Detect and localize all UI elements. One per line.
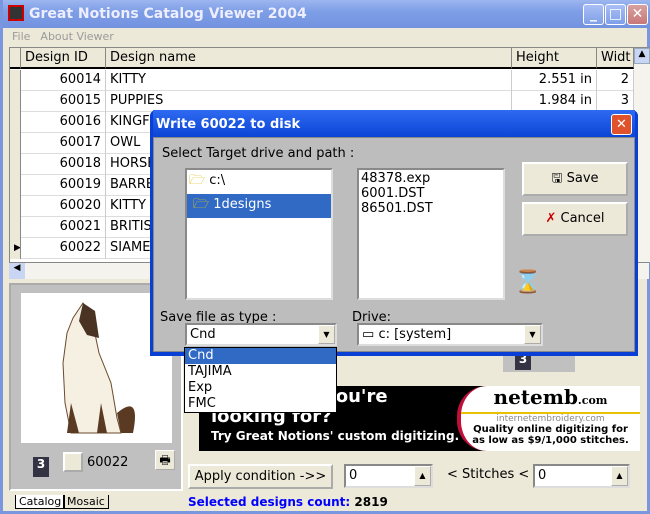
- option-exp[interactable]: Exp: [185, 380, 336, 396]
- stitches-label: < Stitches <: [447, 467, 530, 482]
- row-indicator[interactable]: [10, 112, 21, 133]
- row-indicator[interactable]: [10, 217, 21, 238]
- max-stitches-spinner[interactable]: 0 ▲: [533, 464, 630, 488]
- option-cnd[interactable]: Cnd: [185, 348, 336, 364]
- color-count-badge: 3: [33, 457, 49, 477]
- dialog-title: Write 60022 to disk: [153, 110, 635, 137]
- cell-design-id: 60017: [21, 133, 106, 154]
- table-row[interactable]: 60014 KITTY 2.551 in 2: [10, 70, 634, 91]
- save-disk-icon: 🖫: [551, 171, 563, 186]
- cell-design-id: 60016: [21, 112, 106, 133]
- minimize-button[interactable]: _: [583, 4, 604, 25]
- select-checkbox[interactable]: [63, 452, 83, 472]
- cell-design-id: 60021: [21, 217, 106, 238]
- file-item[interactable]: 48378.exp: [361, 171, 501, 186]
- grid-header: Design ID Design name Height Widt: [10, 48, 634, 69]
- tab-mosaic[interactable]: Mosaic: [63, 495, 109, 509]
- min-stitches-spinner[interactable]: 0 ▲: [344, 464, 433, 488]
- column-width[interactable]: Widt: [597, 48, 634, 69]
- cell-height: 1.984 in: [512, 91, 597, 112]
- file-type-dropdown[interactable]: Cnd TAJIMA Exp FMC: [184, 347, 337, 413]
- cell-design-id: 60022: [21, 238, 106, 259]
- apply-condition-button[interactable]: Apply condition ->>: [188, 464, 333, 489]
- row-indicator[interactable]: ▶: [10, 238, 21, 259]
- row-indicator[interactable]: [10, 196, 21, 217]
- row-indicator[interactable]: [10, 70, 21, 91]
- folder-item-selected[interactable]: 🗁 1designs: [187, 194, 331, 218]
- cell-design-id: 60019: [21, 175, 106, 196]
- window-title: Great Notions Catalog Viewer 2004: [29, 6, 307, 22]
- cell-width: 2: [597, 70, 634, 91]
- menu-bar: File About Viewer: [6, 28, 650, 46]
- save-button[interactable]: 🖫 Save: [522, 162, 628, 196]
- cell-width: 3: [597, 91, 634, 112]
- table-row[interactable]: 60015 PUPPIES 1.984 in 3: [10, 91, 634, 112]
- chevron-down-icon: ▼: [524, 325, 541, 344]
- column-design-id[interactable]: Design ID: [21, 48, 106, 69]
- dialog-close-button[interactable]: ✕: [611, 114, 632, 135]
- scroll-left-icon[interactable]: ◀: [9, 263, 25, 279]
- spinner-arrows-icon: ▲: [414, 466, 431, 486]
- close-button[interactable]: ✕: [627, 4, 648, 25]
- hourglass-icon: ⌛: [514, 270, 542, 295]
- cancel-button[interactable]: ✗ Cancel: [522, 202, 628, 236]
- preview-design-id: 60022: [87, 455, 129, 470]
- folder-open-icon: 🗁: [193, 197, 210, 212]
- print-icon[interactable]: 🖶: [155, 450, 175, 470]
- cell-design-id: 60014: [21, 70, 106, 91]
- chevron-down-icon: ▼: [318, 325, 335, 344]
- cell-design-id: 60020: [21, 196, 106, 217]
- app-icon: [8, 5, 24, 21]
- title-bar: Great Notions Catalog Viewer 2004: [3, 0, 650, 28]
- option-tajima[interactable]: TAJIMA: [185, 364, 336, 380]
- write-to-disk-dialog: Write 60022 to disk ✕ Select Target driv…: [150, 110, 638, 356]
- status-bar: Selected designs count: 2819: [188, 495, 388, 509]
- folder-item[interactable]: 🗁 c:\: [187, 170, 331, 194]
- cancel-x-icon: ✗: [545, 211, 557, 226]
- cell-design-name: PUPPIES: [106, 91, 512, 112]
- scroll-up-icon[interactable]: ▲: [634, 48, 650, 64]
- row-indicator[interactable]: [10, 175, 21, 196]
- drive-icon: ▭: [362, 327, 375, 342]
- target-label: Select Target drive and path :: [162, 146, 355, 161]
- cell-height: 2.551 in: [512, 70, 597, 91]
- row-indicator[interactable]: [10, 91, 21, 112]
- file-list[interactable]: 48378.exp 6001.DST 86501.DST: [357, 168, 505, 300]
- row-indicator[interactable]: [10, 133, 21, 154]
- folder-tree[interactable]: 🗁 c:\ 🗁 1designs: [185, 168, 333, 300]
- tab-catalog[interactable]: Catalog: [15, 495, 66, 509]
- menu-file[interactable]: File: [12, 30, 30, 43]
- maximize-button[interactable]: □: [605, 4, 626, 25]
- file-type-select[interactable]: Cnd ▼: [185, 323, 337, 346]
- column-height[interactable]: Height: [512, 48, 597, 69]
- column-design-name[interactable]: Design name: [106, 48, 512, 69]
- file-item[interactable]: 6001.DST: [361, 186, 501, 201]
- netemb-logo: netemb.com internetembroidery.com Qualit…: [457, 386, 640, 451]
- folder-open-icon: 🗁: [189, 173, 206, 188]
- menu-about[interactable]: About Viewer: [40, 30, 113, 43]
- file-item[interactable]: 86501.DST: [361, 201, 501, 216]
- option-fmc[interactable]: FMC: [185, 396, 336, 412]
- drive-select[interactable]: ▭ c: [system] ▼: [357, 323, 543, 346]
- cell-design-id: 60015: [21, 91, 106, 112]
- row-indicator[interactable]: [10, 154, 21, 175]
- spinner-arrows-icon: ▲: [611, 466, 628, 486]
- cell-design-id: 60018: [21, 154, 106, 175]
- cell-design-name: KITTY: [106, 70, 512, 91]
